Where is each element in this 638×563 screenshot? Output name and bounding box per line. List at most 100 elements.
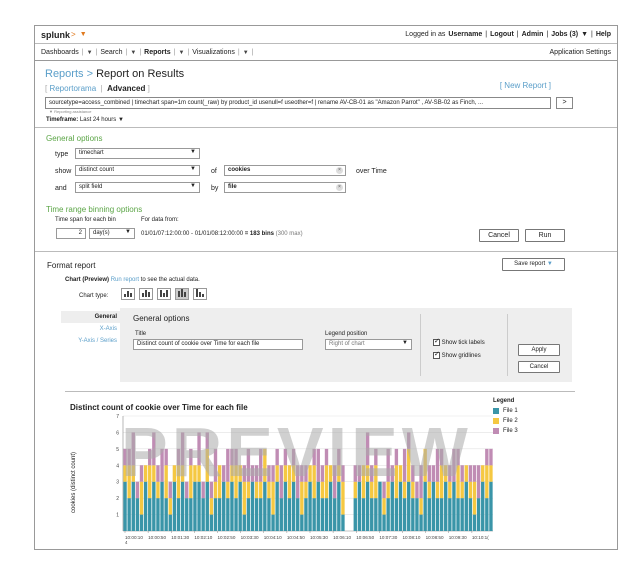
- search-caret-icon[interactable]: ▼: [130, 50, 136, 56]
- panel-title: General options: [133, 314, 190, 323]
- app-settings-link[interactable]: Application Settings: [550, 49, 611, 56]
- format-report-title: Format report: [47, 261, 96, 270]
- admin-link[interactable]: Admin: [522, 31, 544, 38]
- bar-segment: [148, 498, 152, 531]
- reports-caret-icon[interactable]: ▼: [178, 50, 184, 56]
- by-field-input[interactable]: file ×: [224, 182, 346, 193]
- cancel-button[interactable]: Cancel: [479, 229, 519, 242]
- chevron-down-icon: ▼: [125, 229, 131, 235]
- logout-link[interactable]: Logout: [490, 31, 514, 38]
- type-select[interactable]: timechart ▼: [75, 148, 200, 159]
- format-options-panel: General options Title Distinct count of …: [120, 308, 572, 382]
- page-title: Reports > Report on Results: [45, 68, 184, 80]
- legend-position-select[interactable]: Right of chart ▼: [325, 339, 412, 350]
- apply-button[interactable]: Apply: [518, 344, 560, 356]
- line-chart-icon[interactable]: [121, 288, 135, 300]
- top-bar: splunk > ▼ Logged in as Username | Logout…: [35, 26, 617, 44]
- nav-visualizations[interactable]: Visualizations: [192, 49, 235, 56]
- divider: [65, 391, 575, 392]
- bar-segment: [374, 498, 378, 531]
- y-tick-label: 7: [116, 414, 119, 420]
- bar-segment: [234, 498, 238, 531]
- dashboards-caret-icon[interactable]: ▼: [87, 50, 93, 56]
- bar-segment: [411, 498, 415, 531]
- bar-segment: [476, 498, 481, 531]
- span-unit-select[interactable]: day(s) ▼: [89, 228, 135, 239]
- splunk-logo[interactable]: splunk: [41, 30, 70, 40]
- bar-segment: [476, 465, 481, 499]
- run-report-link[interactable]: Run report: [111, 277, 139, 283]
- y-tick-label: 1: [116, 513, 119, 519]
- bar-segment: [209, 514, 214, 531]
- bar-segment: [254, 498, 259, 531]
- user-menu: Logged in as Username | Logout | Admin | Jo…: [405, 31, 611, 38]
- area-chart-icon[interactable]: [139, 288, 153, 300]
- split-value: split field: [79, 184, 103, 190]
- tab-general[interactable]: General: [61, 311, 121, 323]
- tab-advanced[interactable]: Advanced: [107, 84, 145, 93]
- split-select[interactable]: split field ▼: [75, 182, 200, 193]
- timeframe-caret-icon[interactable]: ▼: [118, 117, 124, 123]
- search-query-input[interactable]: sourcetype=access_combined | timechart s…: [45, 97, 551, 109]
- of-field-input[interactable]: cookies ×: [224, 165, 346, 176]
- x-tick-label: 10:07:30: [379, 535, 397, 540]
- app-menu-caret-icon[interactable]: ▼: [80, 31, 87, 38]
- bar-segment: [164, 498, 168, 531]
- new-report-label[interactable]: New Report: [504, 81, 546, 90]
- nav-reports[interactable]: Reports: [144, 49, 170, 56]
- jobs-link[interactable]: Jobs (3): [551, 31, 578, 38]
- show-label: show: [55, 168, 72, 175]
- new-report-link[interactable]: [ New Report ]: [500, 81, 551, 90]
- save-report-label[interactable]: Save report: [514, 261, 545, 267]
- breadcrumb-reports[interactable]: Reports: [45, 68, 84, 80]
- legend-position-label: Legend position: [325, 331, 368, 337]
- bar-segment: [439, 498, 444, 531]
- show-tick-labels-option[interactable]: Show tick labels: [433, 337, 485, 347]
- nav-dashboards[interactable]: Dashboards: [41, 49, 79, 56]
- column-chart-icon[interactable]: [157, 288, 171, 300]
- bar-segment: [168, 498, 172, 515]
- bar-segment: [386, 498, 390, 531]
- bin-range: 01/01/07:12:00:00 - 01/01/08:12:00:00 = …: [141, 231, 303, 237]
- tab-reportorama[interactable]: Reportorama: [49, 84, 96, 93]
- show-gridlines-checkbox[interactable]: [433, 350, 440, 359]
- reporting-assistance-toggle[interactable]: ▼ Reporting assistance: [49, 109, 91, 114]
- bar-segment: [127, 498, 131, 531]
- tab-y-axis-series[interactable]: Y-Axis / Series: [61, 335, 121, 347]
- show-tick-labels-label: Show tick labels: [441, 340, 485, 347]
- save-report-button[interactable]: Save report ▼: [502, 258, 565, 271]
- help-link[interactable]: Help: [596, 31, 611, 38]
- jobs-caret-icon[interactable]: ▼: [581, 31, 588, 38]
- logged-in-prefix: Logged in as: [405, 31, 446, 38]
- clear-icon[interactable]: ×: [336, 167, 343, 174]
- timeframe-picker[interactable]: Timeframe: Last 24 hours ▼: [46, 117, 124, 123]
- span-value-input[interactable]: 2: [56, 228, 86, 239]
- timeframe-value[interactable]: Last 24 hours: [80, 117, 116, 123]
- nav-search[interactable]: Search: [100, 49, 122, 56]
- tab-x-axis[interactable]: X-Axis: [61, 323, 121, 335]
- chevron-down-icon: ▼: [190, 149, 196, 155]
- run-button[interactable]: Run: [525, 229, 565, 242]
- stacked-column-chart-icon[interactable]: [175, 288, 189, 300]
- bar-segment: [189, 498, 193, 531]
- show-gridlines-option[interactable]: Show gridlines: [433, 350, 481, 359]
- show-select[interactable]: distinct count ▼: [75, 165, 200, 176]
- chevron-down-icon: ▼: [190, 183, 196, 189]
- clear-icon[interactable]: ×: [336, 184, 343, 191]
- bar-chart-icon[interactable]: [193, 288, 207, 300]
- bar-segment: [304, 498, 308, 531]
- panel-divider: [420, 314, 421, 376]
- general-options-title: General options: [46, 134, 103, 143]
- reporting-assistance-label[interactable]: Reporting assistance: [54, 109, 91, 114]
- format-cancel-button[interactable]: Cancel: [518, 361, 560, 373]
- run-report-suffix: to see the actual data.: [140, 277, 200, 283]
- search-go-button[interactable]: >: [556, 97, 573, 109]
- visualizations-caret-icon[interactable]: ▼: [243, 50, 249, 56]
- legend-label: File 1: [503, 408, 518, 414]
- y-tick-label: 3: [116, 480, 119, 486]
- bar-segment: [287, 498, 292, 531]
- show-tick-labels-checkbox[interactable]: [433, 337, 440, 346]
- bar-segment: [489, 465, 493, 482]
- chart-title-input[interactable]: Distinct count of cookie over Time for e…: [133, 339, 303, 350]
- x-tick-label: 10:09:30: [449, 535, 467, 540]
